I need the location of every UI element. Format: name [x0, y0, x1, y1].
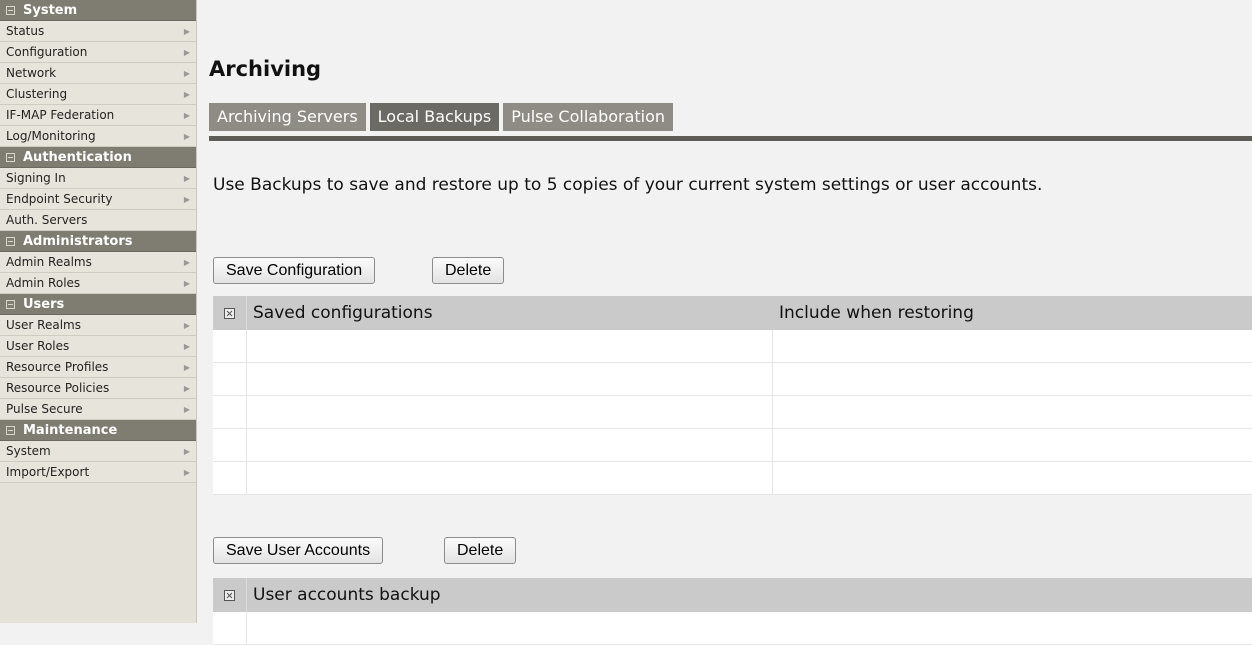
- sidebar-item-configuration[interactable]: Configuration ▶: [0, 42, 196, 63]
- sidebar-item-label: Log/Monitoring: [6, 129, 96, 143]
- sidebar-item-label: System: [6, 444, 51, 458]
- sidebar-item-label: Network: [6, 66, 57, 80]
- chevron-right-icon: ▶: [183, 173, 190, 183]
- sidebar-item-label: Auth. Servers: [6, 213, 88, 227]
- table-row: [213, 330, 1252, 363]
- chevron-right-icon: ▶: [183, 194, 190, 204]
- select-all-checkbox[interactable]: [213, 296, 247, 330]
- sidebar-item-log-monitoring[interactable]: Log/Monitoring ▶: [0, 126, 196, 147]
- sidebar-item-label: IF-MAP Federation: [6, 108, 115, 122]
- sidebar-item-label: Admin Roles: [6, 276, 81, 290]
- sidebar-item-label: Endpoint Security: [6, 192, 113, 206]
- chevron-right-icon: ▶: [183, 26, 190, 36]
- table-row: [213, 396, 1252, 429]
- sidebar-item-ifmap-federation[interactable]: IF-MAP Federation ▶: [0, 105, 196, 126]
- collapse-icon[interactable]: [6, 236, 15, 246]
- tab-local-backups[interactable]: Local Backups: [369, 103, 500, 131]
- sidebar-item-clustering[interactable]: Clustering ▶: [0, 84, 196, 105]
- chevron-right-icon: ▶: [183, 131, 190, 141]
- sidebar-item-label: Resource Profiles: [6, 360, 109, 374]
- page-title: Archiving: [209, 57, 322, 81]
- select-all-checkbox[interactable]: [213, 578, 247, 612]
- table-row: [213, 363, 1252, 396]
- save-user-accounts-button[interactable]: Save User Accounts: [213, 537, 384, 564]
- chevron-right-icon: ▶: [183, 320, 190, 330]
- delete-configuration-button[interactable]: Delete: [432, 257, 505, 284]
- column-header-user-accounts-backup: User accounts backup: [253, 585, 441, 605]
- chevron-right-icon: ▶: [183, 110, 190, 120]
- sidebar-item-label: Signing In: [6, 171, 66, 185]
- sidebar-item-label: Clustering: [6, 87, 68, 101]
- table-row: [213, 612, 1252, 645]
- collapse-icon[interactable]: [6, 425, 15, 435]
- table-row: [213, 462, 1252, 495]
- checkbox-icon[interactable]: [224, 307, 235, 319]
- sidebar-item-label: Resource Policies: [6, 381, 110, 395]
- sidebar-item-label: Pulse Secure: [6, 402, 83, 416]
- sidebar-item-signing-in[interactable]: Signing In ▶: [0, 168, 196, 189]
- chevron-right-icon: ▶: [183, 257, 190, 267]
- sidebar-item-user-realms[interactable]: User Realms ▶: [0, 315, 196, 336]
- chevron-right-icon: ▶: [183, 404, 190, 414]
- chevron-right-icon: ▶: [183, 467, 190, 477]
- sidebar-item-network[interactable]: Network ▶: [0, 63, 196, 84]
- sidebar-item-label: Status: [6, 24, 45, 38]
- sidebar-section-maintenance[interactable]: Maintenance: [0, 420, 196, 441]
- sidebar-item-user-roles[interactable]: User Roles ▶: [0, 336, 196, 357]
- column-header-include-when-restoring: Include when restoring: [779, 303, 974, 323]
- sidebar-item-resource-profiles[interactable]: Resource Profiles ▶: [0, 357, 196, 378]
- sidebar-item-label: Admin Realms: [6, 255, 92, 269]
- tab-archiving-servers[interactable]: Archiving Servers: [209, 103, 366, 131]
- sidebar-section-administrators[interactable]: Administrators: [0, 231, 196, 252]
- table-row: [213, 429, 1252, 462]
- column-header-saved-configurations: Saved configurations: [253, 303, 433, 323]
- sidebar-section-title: Users: [23, 296, 65, 312]
- sidebar-item-label: User Realms: [6, 318, 81, 332]
- sidebar-section-title: Authentication: [23, 149, 132, 165]
- checkbox-icon[interactable]: [224, 589, 235, 601]
- sidebar-item-resource-policies[interactable]: Resource Policies ▶: [0, 378, 196, 399]
- chevron-right-icon: ▶: [183, 362, 190, 372]
- sidebar-item-system[interactable]: System ▶: [0, 441, 196, 462]
- save-configuration-button[interactable]: Save Configuration: [213, 257, 376, 284]
- sidebar-section-title: System: [23, 2, 78, 18]
- sidebar-section-title: Administrators: [23, 233, 133, 249]
- sidebar-item-label: Configuration: [6, 45, 88, 59]
- sidebar-section-title: Maintenance: [23, 422, 118, 438]
- collapse-icon[interactable]: [6, 152, 15, 162]
- page-description: Use Backups to save and restore up to 5 …: [213, 175, 1043, 195]
- sidebar-item-admin-realms[interactable]: Admin Realms ▶: [0, 252, 196, 273]
- sidebar-item-endpoint-security[interactable]: Endpoint Security ▶: [0, 189, 196, 210]
- tab-bar: Archiving Servers Local Backups Pulse Co…: [209, 103, 677, 131]
- collapse-icon[interactable]: [6, 299, 15, 309]
- chevron-right-icon: ▶: [183, 341, 190, 351]
- sidebar-item-pulse-secure[interactable]: Pulse Secure ▶: [0, 399, 196, 420]
- chevron-right-icon: ▶: [183, 383, 190, 393]
- chevron-right-icon: ▶: [183, 68, 190, 78]
- tab-pulse-collaboration[interactable]: Pulse Collaboration: [503, 103, 674, 131]
- sidebar-section-authentication[interactable]: Authentication: [0, 147, 196, 168]
- sidebar-section-users[interactable]: Users: [0, 294, 196, 315]
- chevron-right-icon: ▶: [183, 89, 190, 99]
- tab-underline: [209, 136, 1252, 141]
- chevron-right-icon: ▶: [183, 278, 190, 288]
- sidebar-section-system[interactable]: System: [0, 0, 196, 21]
- sidebar-item-label: Import/Export: [6, 465, 90, 479]
- sidebar-item-label: User Roles: [6, 339, 70, 353]
- saved-configurations-table: Saved configurations Include when restor…: [213, 296, 1252, 495]
- chevron-right-icon: ▶: [183, 446, 190, 456]
- main-content: Archiving Archiving Servers Local Backup…: [197, 0, 1252, 645]
- chevron-right-icon: ▶: [183, 47, 190, 57]
- sidebar-item-admin-roles[interactable]: Admin Roles ▶: [0, 273, 196, 294]
- table-header: User accounts backup: [213, 578, 1252, 612]
- sidebar-nav: System Status ▶ Configuration ▶ Network ▶ C…: [0, 0, 197, 623]
- user-accounts-backup-table: User accounts backup: [213, 578, 1252, 645]
- sidebar-item-import-export[interactable]: Import/Export ▶: [0, 462, 196, 483]
- delete-user-accounts-button[interactable]: Delete: [444, 537, 517, 564]
- table-header: Saved configurations Include when restor…: [213, 296, 1252, 330]
- collapse-icon[interactable]: [6, 5, 15, 15]
- sidebar-item-auth-servers[interactable]: Auth. Servers: [0, 210, 196, 231]
- sidebar-item-status[interactable]: Status ▶: [0, 21, 196, 42]
